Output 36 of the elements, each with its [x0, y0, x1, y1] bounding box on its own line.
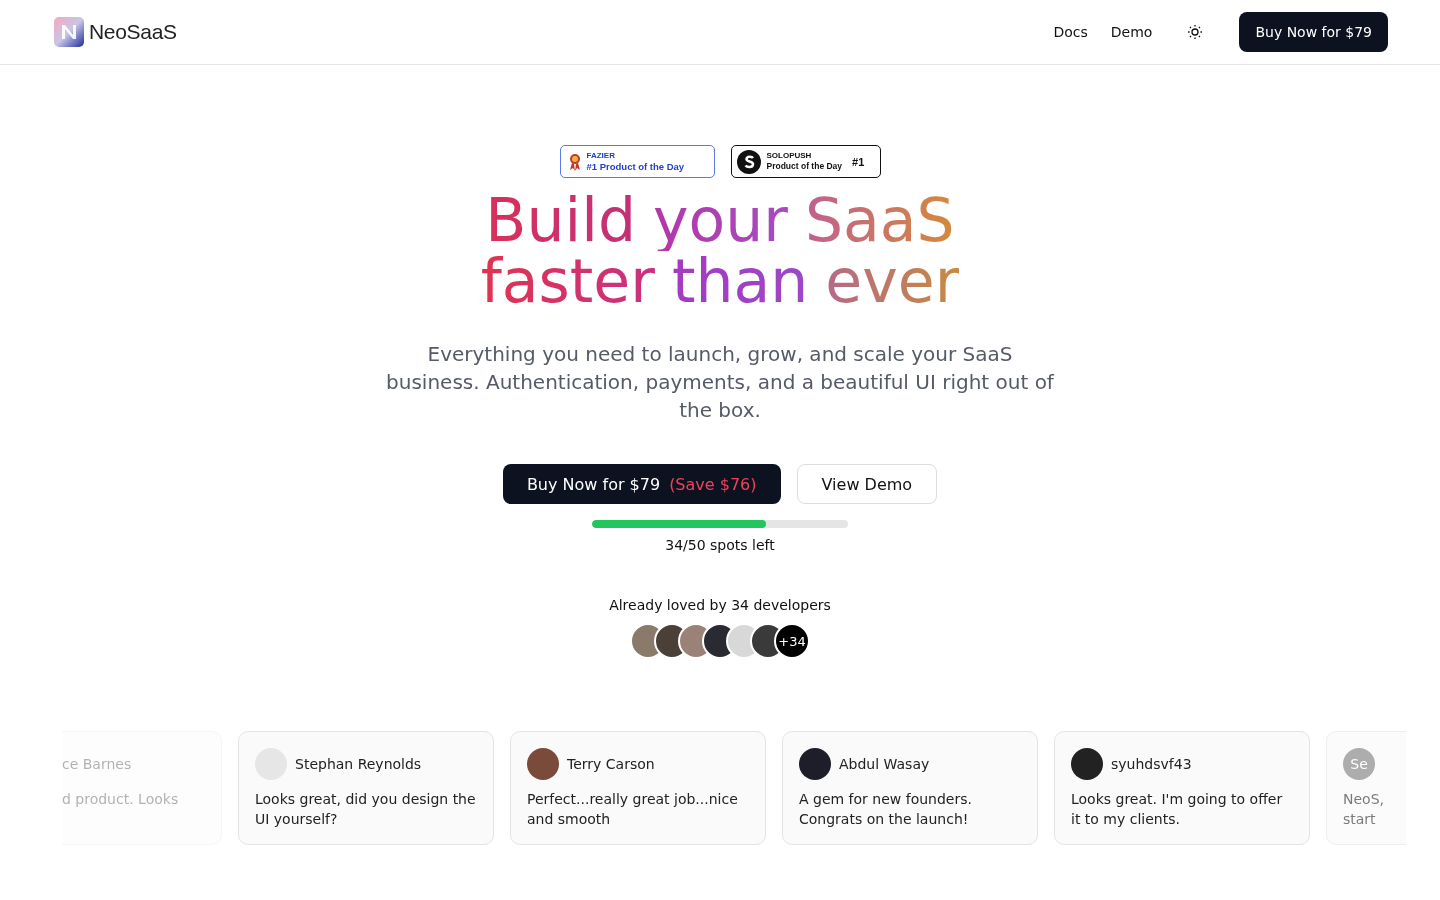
nav-link[interactable]: Docs	[1053, 24, 1088, 40]
logo-icon	[54, 17, 84, 47]
ribbon-medal-icon	[568, 152, 581, 171]
testimonial-text: Perfect...really great job...nice and smooth	[527, 790, 739, 829]
buy-now-button[interactable]: Buy Now for $79 (Save $76)	[502, 464, 781, 504]
reviewer-name: Terry Carson	[567, 756, 655, 772]
more-count: +34	[774, 623, 810, 659]
reviewer-name: syuhdsvf43	[1111, 756, 1192, 772]
badge-source: FAZIER	[586, 151, 616, 160]
badge-label: #1 Product of the Day	[586, 161, 685, 172]
avatar-initials: Se	[1343, 748, 1375, 780]
testimonial-text: d product. Looks	[62, 790, 180, 809]
avatar-photo	[527, 748, 559, 780]
reviewer-name: Abdul Wasay	[839, 756, 930, 772]
solopush-badge[interactable]: SOLOPUSH Product of the Day #1	[730, 145, 881, 178]
nav-link[interactable]: Demo	[1110, 24, 1153, 40]
view-demo-button[interactable]: View Demo	[796, 464, 938, 504]
laurel-rank: #1	[852, 155, 865, 168]
testimonial-text: NeoS, start	[1343, 790, 1385, 829]
reviewer-name: ce Barnes	[62, 756, 132, 772]
avatar-photo	[799, 748, 831, 780]
testimonial-text: Looks great. I'm going to offer it to my clients.	[1071, 790, 1284, 829]
s-logo-icon	[736, 149, 761, 174]
reviewer-name: Stephan Reynolds	[295, 756, 422, 772]
badge-source: SOLOPUSH	[766, 152, 813, 161]
badge-label: Product of the Day	[766, 162, 843, 171]
theme-toggle-sun-icon[interactable]	[1187, 24, 1204, 40]
fazier-badge[interactable]: FAZIER #1 Product of the Day	[559, 145, 715, 178]
spots-left-text: 34/50 spots left	[665, 537, 775, 553]
brand-name[interactable]: NeoSaaS	[89, 20, 177, 44]
avatar-photo	[1071, 748, 1103, 780]
testimonial-text: Looks great, did you design the UI yourself?	[255, 790, 477, 829]
buy-now-button[interactable]: Buy Now for $79	[1239, 12, 1388, 52]
hero-subtitle: Everything you need to launch, grow, and scale your SaaS business. Authentication, payments, and a beautiful UI right out of the box.	[385, 341, 1056, 424]
testimonial-text: A gem for new founders. Congrats on the launch!	[799, 790, 973, 829]
loved-text: Already loved by 34 developers	[609, 597, 831, 613]
